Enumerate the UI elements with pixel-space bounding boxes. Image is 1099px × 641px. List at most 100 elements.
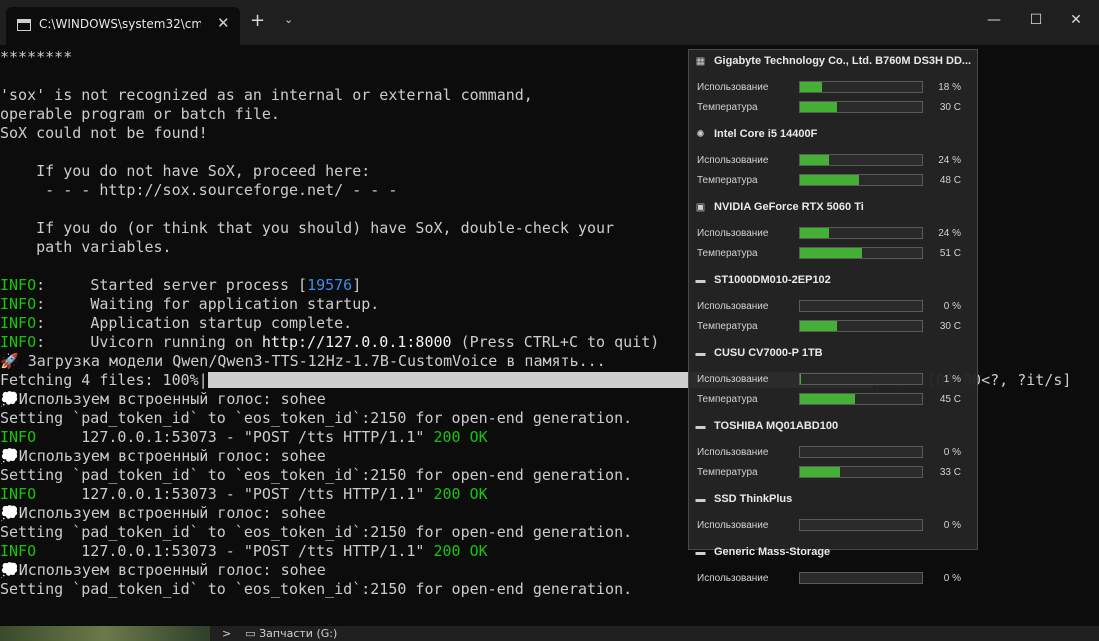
- device-header: ✺ Intel Core i5 14400F: [695, 128, 971, 144]
- temperature-row: Температура 45 C: [697, 393, 973, 407]
- metric-value: 33 C: [939, 467, 961, 478]
- metric-bar: [799, 446, 923, 458]
- metric-value: 24 %: [938, 155, 961, 166]
- fetching-text: Fetching 4 files: 100%|: [0, 371, 208, 389]
- temperature-row: Температура 30 C: [697, 320, 973, 334]
- metric-bar-fill: [800, 467, 841, 477]
- metric-value: 24 %: [938, 228, 961, 239]
- info-tag: INFO: [0, 333, 37, 351]
- status-ok: 200 OK: [424, 428, 488, 446]
- info-tag: INFO: [0, 295, 37, 313]
- tab-title: C:\WINDOWS\system32\cmd.e: [39, 17, 201, 31]
- device-header: ▬ CUSU CV7000-P 1TB: [695, 347, 971, 363]
- metric-bar: [799, 320, 923, 332]
- device-icon: ▣: [695, 202, 706, 213]
- process-id: 19576: [307, 276, 353, 294]
- metric-bar: [799, 466, 923, 478]
- device-name: CUSU CV7000-P 1TB: [714, 347, 823, 359]
- info-sep: :: [36, 276, 91, 294]
- metric-label: Использование: [697, 155, 769, 166]
- metric-label: Использование: [697, 228, 769, 239]
- device-name: SSD ThinkPlus: [714, 493, 793, 505]
- loading-text: Загрузка модели Qwen/Qwen3-TTS-12Hz-1.7B…: [18, 352, 606, 370]
- metric-bar-fill: [800, 321, 837, 331]
- device-icon: ▬: [695, 348, 706, 359]
- info-tag: INFO: [0, 542, 37, 560]
- device-name: NVIDIA GeForce RTX 5060 Ti: [714, 201, 864, 213]
- tab-dropdown-button[interactable]: ⌄: [284, 13, 293, 26]
- voice-text: Используем встроенный голос: sohee: [18, 561, 326, 579]
- uvicorn-text: Uvicorn running on: [90, 333, 262, 351]
- metric-label: Использование: [697, 520, 769, 531]
- server-url-link[interactable]: http://127.0.0.1:8000: [262, 333, 452, 351]
- device-header: ▦ Gigabyte Technology Co., Ltd. B760M DS3…: [695, 55, 971, 71]
- metric-bar: [799, 572, 923, 584]
- terminal-scrollbar[interactable]: [1093, 48, 1097, 608]
- device-header: ▬ TOSHIBA MQ01ABD100: [695, 420, 971, 436]
- wallpaper-thumbnail: [0, 626, 210, 641]
- device-name: ST1000DM010-2EP102: [714, 274, 831, 286]
- thought-icon: 💭: [0, 504, 19, 522]
- thought-icon: 💭: [0, 390, 19, 408]
- usage-row: Использование 0 %: [697, 446, 973, 460]
- waiting-text: Waiting for application startup.: [90, 295, 380, 313]
- metric-bar-fill: [800, 175, 859, 185]
- metric-label: Использование: [697, 301, 769, 312]
- drive-item[interactable]: > ▭ Запчасти (G:): [222, 627, 337, 640]
- metric-label: Температура: [697, 175, 758, 186]
- close-tab-icon[interactable]: ✕: [217, 14, 230, 32]
- metric-value: 48 C: [939, 175, 961, 186]
- status-ok: 200 OK: [424, 485, 488, 503]
- drive-label: Запчасти (G:): [259, 627, 338, 640]
- close-window-button[interactable]: ✕: [1053, 10, 1099, 30]
- device-icon: ▬: [695, 421, 706, 432]
- usage-row: Использование 0 %: [697, 519, 973, 533]
- info-tag: INFO: [0, 485, 37, 503]
- thought-icon: 💭: [0, 447, 19, 465]
- metric-bar: [799, 519, 923, 531]
- metric-bar: [799, 373, 923, 385]
- usage-row: Использование 0 %: [697, 572, 973, 586]
- new-tab-button[interactable]: +: [250, 11, 265, 31]
- device-icon: ▬: [695, 494, 706, 505]
- voice-text: Используем встроенный голос: sohee: [18, 390, 326, 408]
- device-icon: ▦: [695, 56, 706, 67]
- device-name: TOSHIBA MQ01ABD100: [714, 420, 839, 432]
- metric-bar: [799, 81, 923, 93]
- metric-bar: [799, 227, 923, 239]
- voice-text: Используем встроенный голос: sohee: [18, 504, 326, 522]
- device-name: Intel Core i5 14400F: [714, 128, 818, 140]
- usage-row: Использование 18 %: [697, 81, 973, 95]
- info-tag: INFO: [0, 428, 37, 446]
- metric-bar-fill: [800, 228, 830, 238]
- terminal-tab[interactable]: C:\WINDOWS\system32\cmd.e ✕: [6, 7, 240, 45]
- device-header: ▬ SSD ThinkPlus: [695, 493, 971, 509]
- metric-value: 30 C: [939, 102, 961, 113]
- device-icon: ▬: [695, 547, 706, 558]
- usage-row: Использование 1 %: [697, 373, 973, 387]
- hardware-monitor-widget[interactable]: ▦ Gigabyte Technology Co., Ltd. B760M DS3…: [688, 49, 978, 584]
- device-icon: ✺: [696, 129, 705, 140]
- metric-value: 30 C: [939, 321, 961, 332]
- device-icon: ▬: [695, 275, 706, 286]
- drive-icon: ▭: [245, 627, 256, 640]
- request-line: "POST /tts HTTP/1.1": [243, 485, 425, 503]
- info-sep: :: [36, 314, 91, 332]
- usage-row: Использование 0 %: [697, 300, 973, 314]
- metric-label: Использование: [697, 374, 769, 385]
- minimize-button[interactable]: —: [971, 10, 1017, 30]
- usage-row: Использование 24 %: [697, 227, 973, 241]
- metric-label: Температура: [697, 102, 758, 113]
- metric-value: 0 %: [943, 573, 961, 584]
- metric-value: 0 %: [943, 301, 961, 312]
- metric-value: 0 %: [943, 520, 961, 531]
- metric-bar-fill: [800, 82, 822, 92]
- device-header: ▣ NVIDIA GeForce RTX 5060 Ti: [695, 201, 971, 217]
- info-sep: :: [36, 333, 91, 351]
- startup-text: Application startup complete.: [90, 314, 353, 332]
- device-header: ▬ ST1000DM010-2EP102: [695, 274, 971, 290]
- device-name: Generic Mass-Storage: [714, 546, 831, 558]
- metric-label: Температура: [697, 467, 758, 478]
- device-name: Gigabyte Technology Co., Ltd. B760M DS3H…: [714, 55, 972, 67]
- background-strip: > ▭ Запчасти (G:): [0, 626, 1099, 641]
